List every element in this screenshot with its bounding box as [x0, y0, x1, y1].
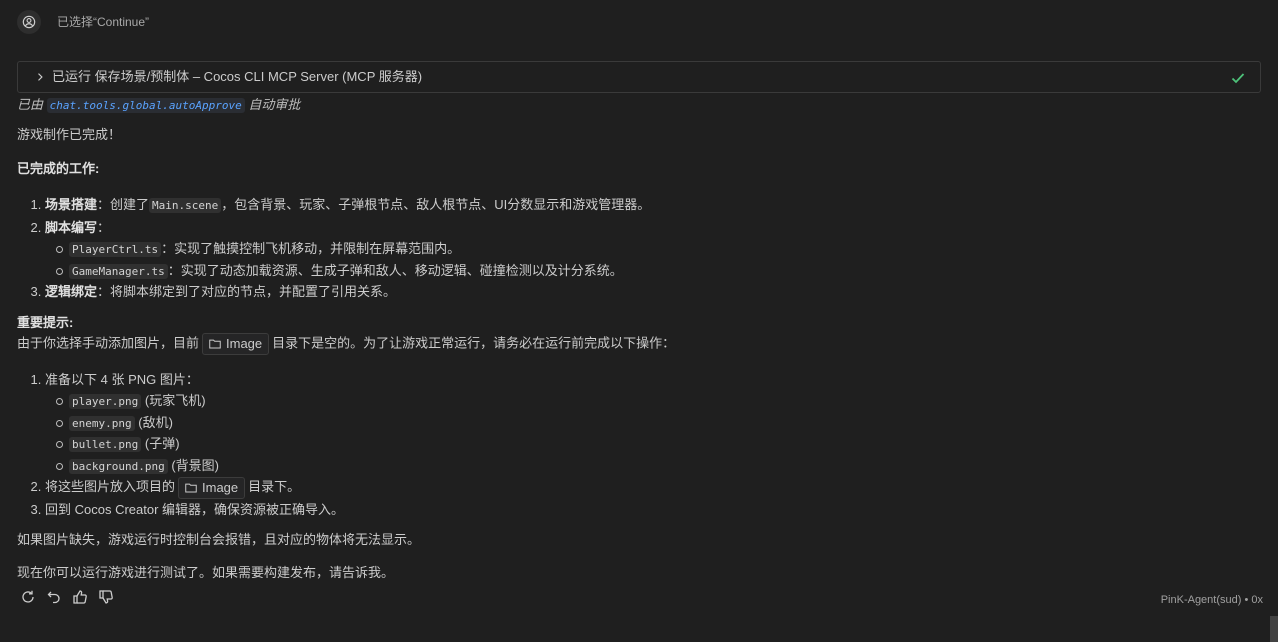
- inline-code: background.png: [69, 458, 168, 474]
- closing-text: 现在你可以运行游戏进行测试了。如果需要构建发布，请告诉我。: [17, 565, 395, 581]
- intro-text: 游戏制作已完成！: [17, 127, 122, 142]
- person-circle-icon: [17, 10, 41, 34]
- item-text: ：实现了动态加载资源、生成子弹和敌人、移动逻辑、碰撞检测以及计分系统。: [167, 262, 623, 278]
- done-list: 场景搭建：创建了Main.scene，包含背景、玩家、子弹根节点、敌人根节点、U…: [17, 194, 1257, 303]
- assistant-message: 游戏制作已完成！ 已完成的工作: 场景搭建：创建了Main.scene，包含背景…: [17, 125, 1257, 583]
- scrollbar-thumb[interactable]: [1270, 616, 1278, 642]
- item-text: ：实现了触摸控制飞机移动，并限制在屏幕范围内。: [161, 241, 461, 256]
- auto-approve-note: 已由 chat.tools.global.autoApprove 自动审批: [17, 95, 300, 116]
- message-actions: [19, 588, 115, 606]
- item-title: 脚本编写: [45, 219, 98, 235]
- tip-text: 由于你选择手动添加图片，目前 Image 目录下是空的。为了让游戏正常运行，请务必在…: [17, 332, 1257, 355]
- list-item: GameManager.ts ：实现了动态加载资源、生成子弹和敌人、移动逻辑、碰撞…: [56, 260, 1257, 282]
- steps-list: 准备以下 4 张 PNG 图片： player.png (玩家飞机) enemy…: [17, 369, 1257, 521]
- inline-code: bullet.png: [69, 437, 142, 452]
- undo-icon[interactable]: [45, 588, 63, 606]
- thumbs-up-icon[interactable]: [71, 588, 89, 606]
- item-text: (敌机): [138, 414, 173, 430]
- agent-info: PinK-Agent(sud) • 0x: [1160, 594, 1263, 606]
- item-text: ：将脚本绑定到了对应的节点，并配置了引用关系。: [97, 284, 397, 299]
- inline-code: player.png: [69, 394, 142, 409]
- done-heading: 已完成的工作:: [17, 161, 100, 176]
- selection-row: 已选择“Continue”: [17, 9, 149, 35]
- folder-chip[interactable]: Image: [202, 332, 270, 355]
- item-text: ，包含背景、玩家、子弹根节点、敌人根节点、UI分数显示和游戏管理器。: [221, 197, 651, 212]
- inline-code: PlayerCtrl.ts: [69, 242, 162, 257]
- tip-heading: 重要提示:: [17, 314, 74, 330]
- warning-text: 如果图片缺失，游戏运行时控制台会报错，且对应的物体将无法显示。: [17, 532, 421, 548]
- list-item: player.png (玩家飞机): [56, 390, 1257, 412]
- folder-icon: [209, 339, 221, 349]
- check-icon: [1230, 70, 1246, 86]
- step-text: 准备以下 4 张 PNG 图片：: [45, 371, 199, 387]
- item-text: ：: [97, 219, 111, 235]
- list-item: 逻辑绑定：将脚本绑定到了对应的节点，并配置了引用关系。: [45, 281, 1257, 303]
- folder-name: Image: [202, 479, 239, 495]
- folder-chip[interactable]: Image: [178, 476, 246, 499]
- folder-name: Image: [226, 335, 263, 351]
- chevron-right-icon[interactable]: [34, 71, 46, 83]
- tip-text-a: 由于你选择手动添加图片，目前: [17, 334, 200, 350]
- retry-icon[interactable]: [19, 588, 37, 606]
- tool-call-summary[interactable]: 已运行 保存场景/预制体 – Cocos CLI MCP Server (MCP…: [17, 61, 1261, 93]
- step-text: 将这些图片放入项目的: [45, 479, 176, 494]
- auto-approve-setting-link[interactable]: chat.tools.global.autoApprove: [46, 98, 245, 113]
- tool-call-label: 已运行 保存场景/预制体 – Cocos CLI MCP Server (MCP…: [52, 69, 423, 84]
- item-text: (背景图): [171, 457, 220, 473]
- list-item: 将这些图片放入项目的 Image 目录下。: [45, 476, 1257, 499]
- approve-suffix: 自动审批: [248, 97, 301, 112]
- inline-code: Main.scene: [149, 198, 222, 213]
- script-list: PlayerCtrl.ts ：实现了触摸控制飞机移动，并限制在屏幕范围内。 Gam…: [45, 238, 1257, 281]
- list-item: 回到 Cocos Creator 编辑器，确保资源被正确导入。: [45, 499, 1257, 521]
- list-item: 场景搭建：创建了Main.scene，包含背景、玩家、子弹根节点、敌人根节点、U…: [45, 194, 1257, 217]
- list-item: bullet.png (子弹): [56, 433, 1257, 455]
- list-item: PlayerCtrl.ts ：实现了触摸控制飞机移动，并限制在屏幕范围内。: [56, 238, 1257, 260]
- image-list: player.png (玩家飞机) enemy.png (敌机) bullet.…: [45, 390, 1257, 476]
- tip-text-b: 目录下是空的。为了让游戏正常运行，请务必在运行前完成以下操作：: [272, 334, 676, 350]
- thumbs-down-icon[interactable]: [97, 588, 115, 606]
- item-text: (玩家飞机): [144, 393, 206, 408]
- selected-option-text: 已选择“Continue”: [57, 15, 150, 29]
- item-text: (子弹): [144, 436, 180, 451]
- item-title: 场景搭建: [45, 197, 98, 212]
- item-title: 逻辑绑定: [45, 284, 98, 299]
- inline-code: GameManager.ts: [69, 263, 168, 279]
- step-text: 回到 Cocos Creator 编辑器，确保资源被正确导入。: [45, 501, 345, 517]
- list-item: 准备以下 4 张 PNG 图片： player.png (玩家飞机) enemy…: [45, 369, 1257, 477]
- list-item: background.png (背景图): [56, 455, 1257, 477]
- step-text: 目录下。: [248, 479, 301, 494]
- inline-code: enemy.png: [69, 415, 135, 431]
- list-item: enemy.png (敌机): [56, 412, 1257, 434]
- approve-prefix: 已由: [17, 97, 44, 112]
- list-item: 脚本编写： PlayerCtrl.ts：实现了触摸控制飞机移动，并限制在屏幕范围…: [45, 217, 1257, 282]
- folder-icon: [185, 483, 197, 493]
- item-text: ：创建了: [97, 197, 150, 212]
